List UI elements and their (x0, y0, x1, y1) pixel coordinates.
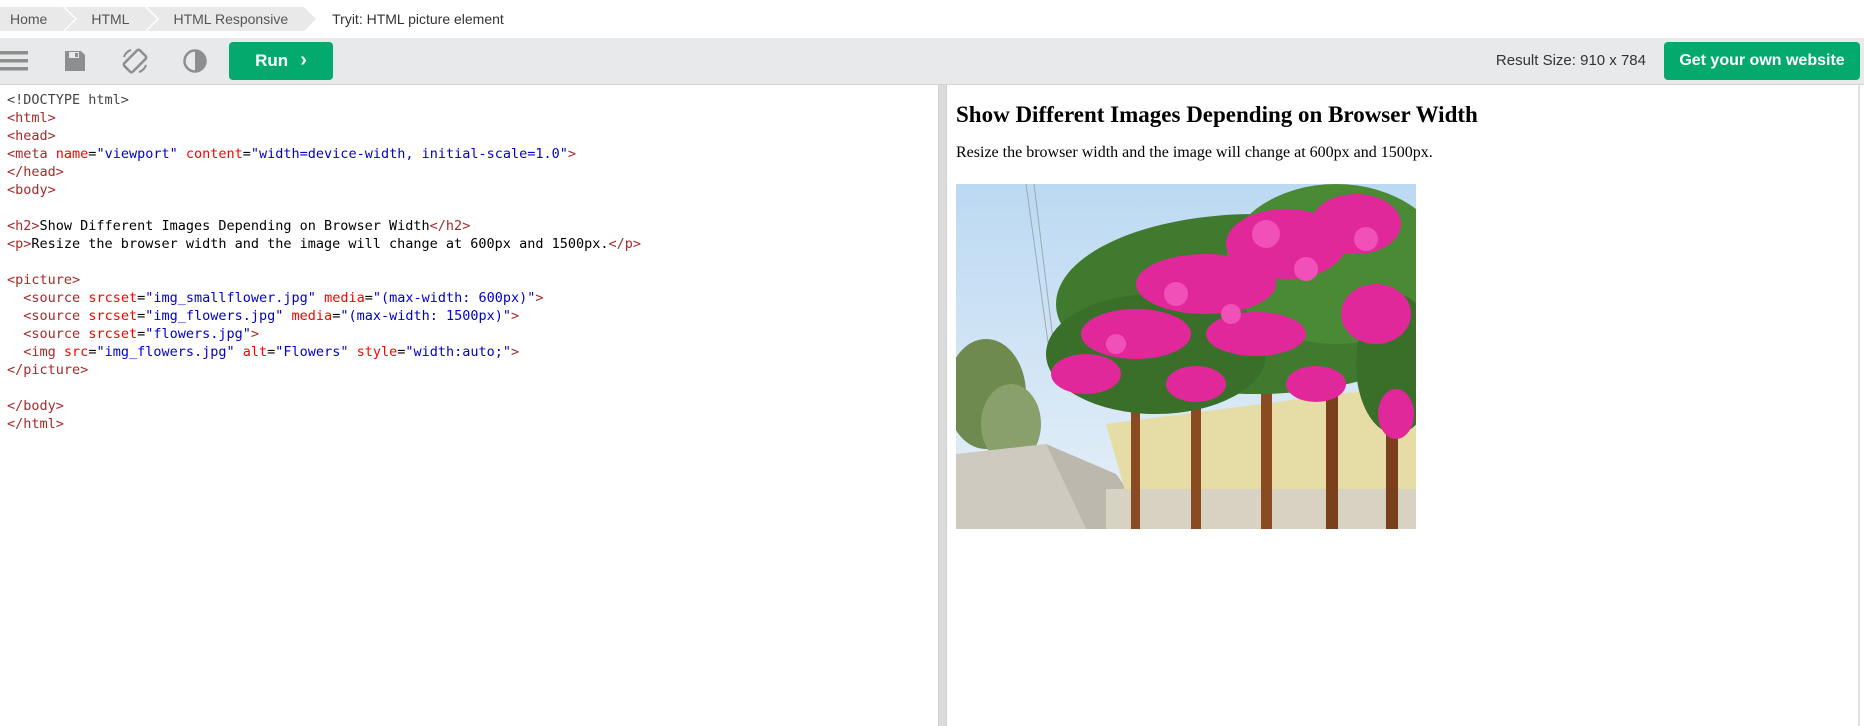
breadcrumb: Home HTML HTML Responsive Tryit: HTML pi… (0, 0, 1864, 38)
result-pane: Show Different Images Depending on Brows… (947, 85, 1860, 726)
contrast-icon[interactable] (180, 47, 210, 75)
pane-splitter[interactable] (938, 85, 947, 726)
breadcrumb-html-responsive[interactable]: HTML Responsive (147, 7, 318, 31)
code-line[interactable]: <source srcset="flowers.jpg"> (0, 325, 938, 343)
code-line[interactable]: <!DOCTYPE html> (0, 91, 938, 109)
code-line[interactable] (0, 199, 938, 217)
result-size-label: Result Size: 910 x 784 (1495, 52, 1646, 69)
code-line[interactable]: <h2>Show Different Images Depending on B… (0, 217, 938, 235)
rotate-icon[interactable] (120, 47, 150, 75)
code-line[interactable]: </body> (0, 397, 938, 415)
breadcrumb-html[interactable]: HTML (65, 7, 160, 31)
code-line[interactable]: <head> (0, 127, 938, 145)
code-line[interactable]: <picture> (0, 271, 938, 289)
code-line[interactable]: <html> (0, 109, 938, 127)
code-line[interactable]: <source srcset="img_flowers.jpg" media="… (0, 307, 938, 325)
chevron-right-icon: › (300, 48, 307, 71)
code-line[interactable] (0, 379, 938, 397)
code-line[interactable]: </head> (0, 163, 938, 181)
code-editor[interactable]: <!DOCTYPE html> <html> <head> <meta name="v… (0, 85, 938, 726)
code-line[interactable]: <img src="img_flowers.jpg" alt="Flowers"… (0, 343, 938, 361)
result-heading: Show Different Images Depending on Brows… (956, 102, 1478, 127)
code-line[interactable]: <source srcset="img_smallflower.jpg" med… (0, 289, 938, 307)
run-button[interactable]: Run › (229, 42, 333, 80)
code-line[interactable]: <body> (0, 181, 938, 199)
menu-icon[interactable] (0, 47, 30, 75)
run-label: Run (255, 51, 289, 70)
toolbar: Run › Result Size: 910 x 784 Get your ow… (0, 38, 1864, 85)
breadcrumb-current: Tryit: HTML picture element (332, 11, 504, 27)
flowers-image-graphic (956, 184, 1416, 529)
code-line[interactable]: <p>Resize the browser width and the imag… (0, 235, 938, 253)
code-line[interactable] (0, 253, 938, 271)
code-line[interactable]: </html> (0, 415, 938, 433)
result-paragraph: Resize the browser width and the image w… (956, 144, 1433, 161)
get-your-own-website-button[interactable]: Get your own website (1664, 42, 1860, 80)
code-line[interactable]: <meta name="viewport" content="width=dev… (0, 145, 938, 163)
flowers-image (956, 184, 1416, 529)
breadcrumb-home[interactable]: Home (0, 7, 78, 31)
save-icon[interactable] (60, 47, 90, 75)
code-line[interactable]: </picture> (0, 361, 938, 379)
